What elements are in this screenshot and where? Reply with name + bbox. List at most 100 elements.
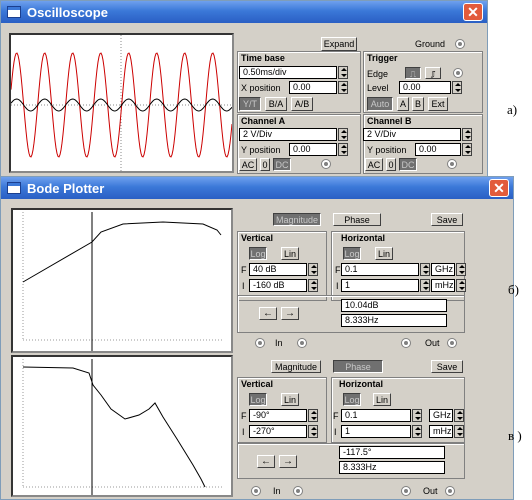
horizontal-log-button[interactable]: Log — [343, 247, 361, 260]
in-terminal-plus-2[interactable] — [251, 486, 261, 496]
vertical-log-button[interactable]: Log — [249, 247, 267, 260]
phase-button-2[interactable]: Phase — [333, 360, 383, 373]
xposition-field[interactable]: 0.00 — [289, 81, 337, 94]
label-a: a) — [507, 102, 518, 117]
horizontal-final-field[interactable]: 0.1 — [341, 263, 419, 276]
in-terminal-plus[interactable] — [255, 338, 265, 348]
horizontal-final-spinner[interactable] — [420, 263, 430, 276]
save-button-2[interactable]: Save — [431, 360, 463, 373]
ground-terminal[interactable] — [455, 39, 465, 49]
bode-titlebar[interactable]: Bode Plotter ✕ — [1, 177, 513, 199]
channel-b-ypos-spinner[interactable] — [462, 143, 472, 156]
ext-button[interactable]: Ext — [428, 97, 448, 111]
channel-a-ac-button[interactable]: AC — [239, 158, 257, 171]
expand-button[interactable]: Expand — [321, 37, 357, 51]
channel-a-scale-field[interactable]: 2 V/Div — [239, 128, 337, 141]
channel-a-ypos-field[interactable]: 0.00 — [289, 143, 337, 156]
vertical-final-spinner-2[interactable] — [308, 409, 318, 422]
horizontal-final-unit[interactable]: GHz — [431, 263, 455, 276]
auto-button[interactable]: Auto — [367, 97, 393, 111]
horizontal-log-button-2[interactable]: Log — [343, 393, 361, 406]
vertical-final-field-2[interactable]: -90° — [249, 409, 307, 422]
horizontal-initial-spinner[interactable] — [420, 279, 430, 292]
horizontal-final-unit-spinner-2[interactable] — [454, 409, 464, 422]
out-terminal-plus[interactable] — [401, 338, 411, 348]
vertical-initial-spinner[interactable] — [308, 279, 318, 292]
horizontal-final-field-2[interactable]: 0.1 — [341, 409, 411, 422]
vertical-label-2: Vertical — [241, 379, 274, 389]
timebase-field[interactable]: 0.50ms/div — [239, 66, 337, 79]
horizontal-final-spinner-2[interactable] — [412, 409, 422, 422]
channel-a-ypos-spinner[interactable] — [338, 143, 348, 156]
ab-button[interactable]: A/B — [291, 97, 313, 111]
channel-b-scale-field[interactable]: 2 V/Div — [363, 128, 461, 141]
cursor-right-icon[interactable]: → — [281, 307, 299, 320]
channel-a-zero-button[interactable]: 0 — [260, 158, 270, 171]
channel-a-terminal[interactable] — [321, 159, 331, 169]
horizontal-initial-field-2[interactable]: 1 — [341, 425, 411, 438]
horizontal-initial-spinner-2[interactable] — [412, 425, 422, 438]
cursor-right-icon-2[interactable]: → — [279, 455, 297, 468]
ba-button[interactable]: B/A — [265, 97, 287, 111]
trigger-terminal[interactable] — [453, 68, 463, 78]
channel-a-dc-button[interactable]: DC — [273, 158, 291, 171]
timebase-spinner[interactable] — [338, 66, 348, 79]
horizontal-final-unit-spinner[interactable] — [456, 263, 466, 276]
magnitude-button[interactable]: Magnitude — [273, 213, 321, 226]
vertical-initial-field-2[interactable]: -270° — [249, 425, 307, 438]
horizontal-initial-unit-spinner-2[interactable] — [454, 425, 464, 438]
falling-edge-icon[interactable]: ⎎ — [425, 67, 441, 79]
cursor-left-icon[interactable]: ← — [259, 307, 277, 320]
phase-button[interactable]: Phase — [333, 213, 381, 226]
level-field[interactable]: 0.00 — [399, 81, 451, 94]
close-icon[interactable]: ✕ — [489, 179, 509, 197]
channel-b-label: Channel B — [367, 116, 412, 126]
level-label: Level — [367, 83, 389, 93]
horizontal-f-label: F — [335, 265, 341, 275]
channel-b-ac-button[interactable]: AC — [365, 158, 383, 171]
level-spinner[interactable] — [452, 81, 462, 94]
channel-b-dc-button[interactable]: DC — [399, 158, 417, 171]
channel-a-scale-spinner[interactable] — [338, 128, 348, 141]
edge-label: Edge — [367, 69, 389, 79]
horizontal-initial-unit-spinner[interactable] — [456, 279, 466, 292]
trigger-b-button[interactable]: B — [412, 97, 424, 111]
vertical-lin-button-2[interactable]: Lin — [281, 393, 299, 406]
xposition-spinner[interactable] — [338, 81, 348, 94]
channel-b-zero-button[interactable]: 0 — [386, 158, 396, 171]
horizontal-lin-button[interactable]: Lin — [375, 247, 393, 260]
out-terminal-minus[interactable] — [447, 338, 457, 348]
window-icon — [7, 6, 21, 18]
magnitude-button-2[interactable]: Magnitude — [271, 360, 321, 373]
horizontal-lin-button-2[interactable]: Lin — [373, 393, 391, 406]
ground-label: Ground — [415, 39, 446, 49]
channel-b-scale-spinner[interactable] — [462, 128, 472, 141]
in-terminal-minus[interactable] — [297, 338, 307, 348]
vertical-lin-button[interactable]: Lin — [281, 247, 299, 260]
trigger-a-button[interactable]: A — [397, 97, 409, 111]
horizontal-final-unit-2[interactable]: GHz — [429, 409, 453, 422]
cursor-left-icon-2[interactable]: ← — [257, 455, 275, 468]
close-icon[interactable]: ✕ — [463, 3, 483, 21]
channel-b-ypos-field[interactable]: 0.00 — [415, 143, 461, 156]
save-button[interactable]: Save — [431, 213, 463, 226]
vertical-initial-spinner-2[interactable] — [308, 425, 318, 438]
out-terminal-minus-2[interactable] — [445, 486, 455, 496]
vertical-final-field[interactable]: 40 dB — [249, 263, 307, 276]
horizontal-initial-unit-2[interactable]: mHz — [429, 425, 453, 438]
vertical-final-spinner[interactable] — [308, 263, 318, 276]
oscilloscope-titlebar[interactable]: Oscilloscope ✕ — [1, 1, 487, 23]
rising-edge-icon[interactable]: ⎍ — [405, 67, 421, 79]
channel-b-terminal[interactable] — [447, 159, 457, 169]
horizontal-initial-field[interactable]: 1 — [341, 279, 419, 292]
horizontal-initial-unit[interactable]: mHz — [431, 279, 455, 292]
magnitude-curve — [22, 221, 222, 283]
in-terminal-minus-2[interactable] — [293, 486, 303, 496]
vertical-log-button-2[interactable]: Log — [249, 393, 267, 406]
horizontal-label-2: Horizontal — [339, 379, 383, 389]
phase-plot — [22, 359, 223, 495]
label-b: б) — [508, 282, 519, 297]
yt-button[interactable]: Y/T — [239, 97, 261, 111]
vertical-initial-field[interactable]: -160 dB — [249, 279, 307, 292]
out-terminal-plus-2[interactable] — [401, 486, 411, 496]
